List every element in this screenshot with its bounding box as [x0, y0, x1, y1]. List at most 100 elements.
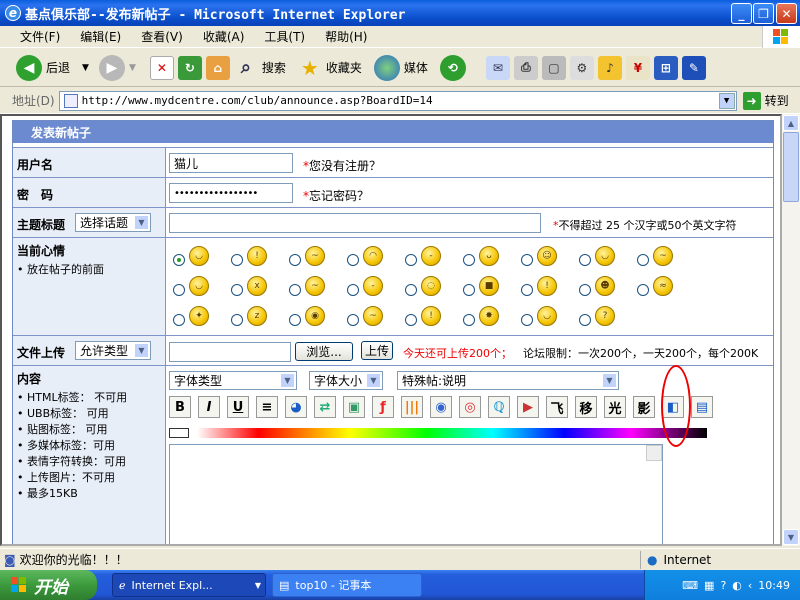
go-button[interactable]: ➜ 转到: [742, 91, 789, 110]
mood-radio[interactable]: [173, 314, 185, 326]
back-label[interactable]: 后退: [46, 59, 70, 76]
address-dropdown-icon[interactable]: ▼: [718, 92, 735, 109]
menu-favorites[interactable]: 收藏(A): [193, 28, 255, 45]
tools-icon[interactable]: ✎: [681, 55, 706, 80]
flash-icon[interactable]: ƒ: [372, 396, 394, 418]
align-center-icon[interactable]: ≡: [256, 396, 278, 418]
mood-radio[interactable]: [289, 284, 301, 296]
color-swatch[interactable]: [169, 428, 189, 438]
mood-radio[interactable]: [347, 314, 359, 326]
refresh-icon[interactable]: ↻: [177, 55, 202, 80]
topic-select[interactable]: 选择话题 ▼: [75, 213, 151, 232]
bold-icon[interactable]: B: [169, 396, 191, 418]
mood-face-icon[interactable]: ☻: [595, 276, 615, 296]
media-icon[interactable]: |||: [401, 396, 423, 418]
mood-face-icon[interactable]: ~: [305, 246, 325, 266]
table-icon[interactable]: ▤: [691, 396, 713, 418]
mood-face-icon[interactable]: ≈: [653, 276, 673, 296]
mood-radio[interactable]: [231, 284, 243, 296]
taskbar-item-notepad[interactable]: ▤ top10 - 记事本: [272, 573, 422, 597]
mood-radio[interactable]: [579, 314, 591, 326]
underline-icon[interactable]: U: [227, 396, 249, 418]
mood-face-icon[interactable]: ◌: [421, 276, 441, 296]
mood-face-icon[interactable]: ◡: [537, 306, 557, 326]
mood-face-icon[interactable]: ◉: [305, 306, 325, 326]
mood-radio[interactable]: [405, 284, 417, 296]
mood-radio[interactable]: [289, 314, 301, 326]
back-arrow-icon[interactable]: ◀: [16, 54, 42, 81]
keyboard-icon[interactable]: ⌨: [682, 579, 698, 592]
italic-icon[interactable]: I: [198, 396, 220, 418]
insert-icon[interactable]: ▶: [517, 396, 539, 418]
menu-help[interactable]: 帮助(H): [315, 28, 377, 45]
mood-face-icon[interactable]: ◠: [363, 246, 383, 266]
color-wheel-icon[interactable]: ◎: [459, 396, 481, 418]
discuss-icon[interactable]: ⚙: [569, 55, 594, 80]
print-icon[interactable]: ⎙: [513, 55, 538, 80]
scroll-down-icon[interactable]: ▼: [783, 529, 799, 545]
maximize-button[interactable]: ❐: [753, 3, 774, 24]
chevron-down-icon[interactable]: ▼: [134, 343, 149, 358]
edit-icon[interactable]: ▢: [541, 55, 566, 80]
font-type-select[interactable]: 字体类型 ▼: [169, 371, 297, 390]
mood-face-icon[interactable]: ?: [595, 306, 615, 326]
media-label[interactable]: 媒体: [404, 59, 428, 76]
scroll-up-icon[interactable]: ▲: [783, 115, 799, 131]
scroll-thumb[interactable]: [783, 132, 799, 202]
forward-dropdown-icon[interactable]: ▼: [129, 63, 136, 73]
mood-radio[interactable]: [521, 254, 533, 266]
research-icon[interactable]: ⊞: [653, 55, 678, 80]
menu-file[interactable]: 文件(F): [10, 28, 70, 45]
favorites-label[interactable]: 收藏夹: [326, 59, 362, 76]
mood-radio[interactable]: [463, 254, 475, 266]
upload-type-select[interactable]: 允许类型 ▼: [75, 341, 151, 360]
mood-face-icon[interactable]: ᴗ: [479, 246, 499, 266]
mood-radio[interactable]: [231, 314, 243, 326]
mood-face-icon[interactable]: x: [247, 276, 267, 296]
mood-radio[interactable]: [405, 254, 417, 266]
chevron-down-icon[interactable]: ▼: [280, 373, 295, 388]
image-icon[interactable]: ▣: [343, 396, 365, 418]
favorites-star-icon[interactable]: ★: [298, 56, 322, 80]
username-input[interactable]: 猫儿: [169, 153, 293, 173]
mood-face-icon[interactable]: ◡: [189, 246, 209, 266]
chevron-down-icon[interactable]: ▼: [366, 373, 381, 388]
fly-icon[interactable]: 飞: [546, 396, 568, 418]
mood-face-icon[interactable]: ☺: [537, 246, 557, 266]
shadow-icon[interactable]: 影: [633, 396, 655, 418]
mood-radio[interactable]: [521, 314, 533, 326]
search-label[interactable]: 搜索: [262, 59, 286, 76]
realplayer-icon[interactable]: ◉: [430, 396, 452, 418]
mood-radio[interactable]: [579, 254, 591, 266]
mood-radio[interactable]: [405, 314, 417, 326]
register-link[interactable]: *您没有注册？: [303, 157, 381, 174]
mood-face-icon[interactable]: z: [247, 306, 267, 326]
ime-icon[interactable]: ▦: [704, 579, 714, 592]
address-url[interactable]: http://www.mydcentre.com/club/announce.a…: [82, 94, 433, 107]
mood-radio[interactable]: [173, 254, 185, 266]
browse-button[interactable]: 浏览...: [295, 342, 353, 361]
tray-expand-icon[interactable]: ‹: [748, 579, 752, 592]
menu-view[interactable]: 查看(V): [131, 28, 193, 45]
move-icon[interactable]: 移: [575, 396, 597, 418]
mood-face-icon[interactable]: ◡: [595, 246, 615, 266]
special-post-select[interactable]: 特殊帖:说明 ▼: [397, 371, 619, 390]
mood-radio[interactable]: [347, 254, 359, 266]
password-input[interactable]: •••••••••••••••••: [169, 183, 293, 203]
go-label[interactable]: 转到: [765, 92, 789, 109]
mood-radio[interactable]: [637, 284, 649, 296]
mood-face-icon[interactable]: ~: [363, 306, 383, 326]
menu-edit[interactable]: 编辑(E): [70, 28, 131, 45]
close-button[interactable]: ✕: [776, 3, 797, 24]
mood-radio[interactable]: [637, 254, 649, 266]
content-textarea[interactable]: [169, 444, 663, 544]
file-path-input[interactable]: [169, 342, 291, 362]
mood-face-icon[interactable]: ~: [305, 276, 325, 296]
textarea-scroll-icon[interactable]: [646, 445, 662, 461]
mood-face-icon[interactable]: !: [421, 306, 441, 326]
home-icon[interactable]: ⌂: [205, 55, 230, 80]
color-spectrum-bar[interactable]: [197, 428, 707, 438]
font-size-select[interactable]: 字体大小 ▼: [309, 371, 383, 390]
start-label[interactable]: 开始: [34, 573, 68, 598]
go-arrow-icon[interactable]: ➜: [742, 91, 761, 110]
